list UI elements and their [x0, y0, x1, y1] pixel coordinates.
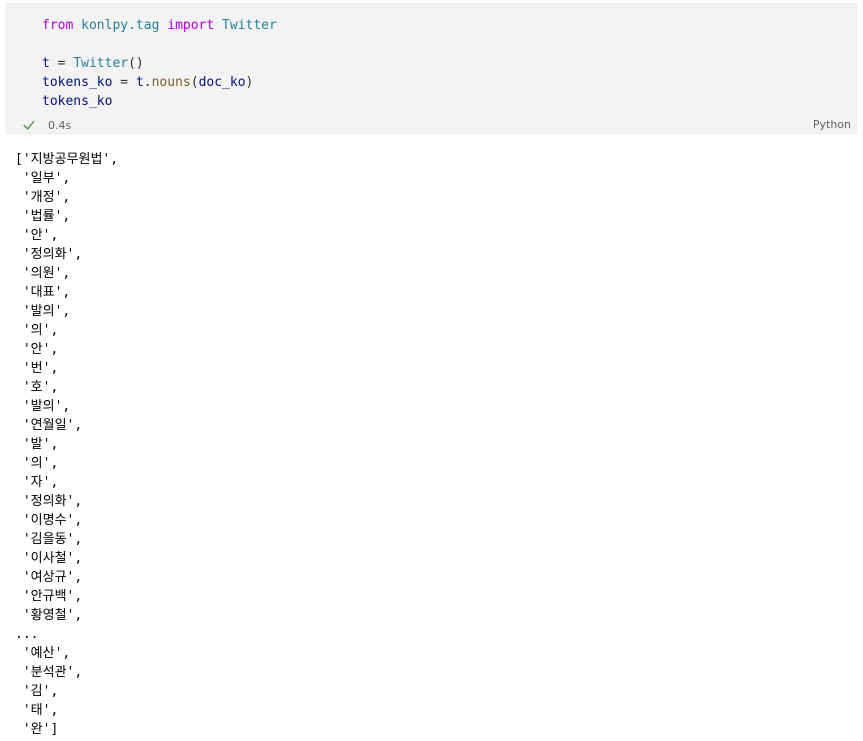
- module-name: konlpy.tag: [81, 18, 160, 33]
- close-paren: ): [245, 75, 254, 90]
- dot-op: .: [143, 75, 152, 90]
- output-line: '자',: [15, 475, 59, 490]
- var-tokens-ko-display: tokens_ko: [42, 94, 113, 109]
- output-line: '정의화',: [15, 494, 83, 509]
- output-line: '의원',: [15, 266, 71, 281]
- output-line: '번',: [15, 361, 59, 376]
- output-line: '태',: [15, 703, 59, 718]
- output-line: '여상규',: [15, 570, 83, 585]
- output-line: '김을동',: [15, 532, 83, 547]
- output-line: '안',: [15, 342, 59, 357]
- keyword-import: import: [167, 18, 215, 33]
- output-line: '이사철',: [15, 551, 83, 566]
- var-t: t: [42, 56, 50, 71]
- output-line: '호',: [15, 380, 59, 395]
- output-line: '개정',: [15, 190, 71, 205]
- output-line: '발',: [15, 437, 59, 452]
- arg-doc-ko: doc_ko: [198, 75, 246, 90]
- var-tokens-ko: tokens_ko: [42, 75, 113, 90]
- cell-output: ['지방공무원법', '일부', '개정', '법률', '안', '정의화',…: [15, 150, 118, 739]
- imported-name: Twitter: [222, 18, 277, 33]
- output-line: '황영철',: [15, 608, 83, 623]
- code-line-1: from konlpy.tag import Twitter: [42, 16, 277, 35]
- output-line: '분석관',: [15, 665, 83, 680]
- code-cell[interactable]: from konlpy.tag import Twitter t = Twitte…: [6, 3, 857, 134]
- output-line: '발의',: [15, 304, 71, 319]
- output-line: '의',: [15, 323, 59, 338]
- call-parens: (): [128, 56, 144, 71]
- execution-time: 0.4s: [48, 118, 72, 132]
- assign-op: =: [49, 56, 74, 71]
- output-line: '일부',: [15, 171, 71, 186]
- output-line: '연월일',: [15, 418, 83, 433]
- code-editor[interactable]: from konlpy.tag import Twitter t = Twitte…: [42, 16, 277, 111]
- output-line: '정의화',: [15, 247, 83, 262]
- output-line: '법률',: [15, 209, 71, 224]
- output-line: '예산',: [15, 646, 71, 661]
- output-line: '완']: [15, 722, 59, 737]
- output-line: '대표',: [15, 285, 71, 300]
- output-truncation-ellipsis: ...: [15, 627, 39, 642]
- execution-status: 0.4s: [22, 116, 71, 134]
- check-icon: [23, 120, 35, 130]
- assign-op: =: [112, 75, 136, 90]
- code-line-5: tokens_ko: [42, 92, 277, 111]
- output-line: ['지방공무원법',: [15, 152, 119, 167]
- object-t: t: [135, 75, 144, 90]
- open-paren: (: [190, 75, 199, 90]
- output-line: '의',: [15, 456, 59, 471]
- class-call: Twitter: [73, 56, 129, 71]
- output-line: '이명수',: [15, 513, 83, 528]
- output-line: '안규백',: [15, 589, 83, 604]
- code-line-4: tokens_ko = t.nouns(doc_ko): [42, 73, 277, 92]
- code-line-3: t = Twitter(): [42, 54, 277, 73]
- output-line: '김',: [15, 684, 59, 699]
- output-line: '안',: [15, 228, 59, 243]
- keyword-from: from: [42, 18, 74, 33]
- cell-language-label[interactable]: Python: [813, 118, 851, 131]
- output-line: '발의',: [15, 399, 71, 414]
- method-nouns: nouns: [151, 75, 191, 90]
